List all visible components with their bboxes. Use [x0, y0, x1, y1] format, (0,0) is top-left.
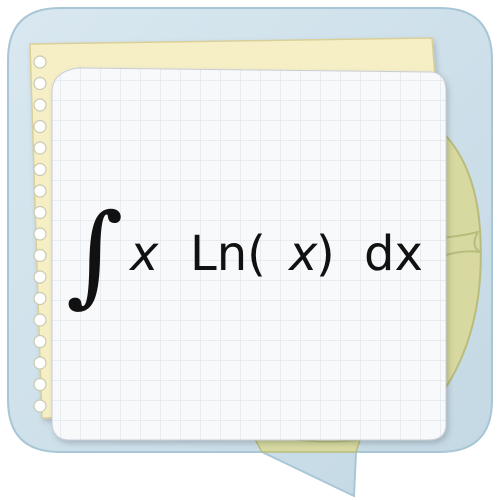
notebook-ring-holes-icon — [33, 55, 47, 413]
formula-ln-close: ) — [316, 226, 335, 282]
ring-hole — [33, 141, 47, 155]
ring-hole — [33, 205, 47, 220]
ring-hole — [33, 399, 47, 413]
ring-hole — [33, 270, 47, 284]
formula-variable-x: x — [128, 226, 159, 282]
app-icon: ∫ x Ln( x ) dx — [7, 7, 493, 498]
ring-hole — [33, 248, 47, 263]
ring-hole — [33, 76, 47, 91]
ring-hole — [33, 184, 47, 198]
ring-hole — [33, 377, 47, 392]
ring-hole — [33, 55, 47, 69]
ring-hole — [33, 98, 47, 112]
ring-hole — [33, 119, 47, 134]
ring-hole — [33, 334, 47, 349]
formula-ln-open: Ln( — [190, 226, 266, 282]
ring-hole — [33, 313, 47, 327]
formula-ln-argument: x — [287, 226, 318, 282]
formula-dx: dx — [364, 226, 423, 282]
ring-hole — [33, 291, 47, 306]
integral-sign: ∫ — [66, 190, 123, 318]
ring-hole — [33, 356, 47, 370]
ring-hole — [33, 227, 47, 241]
ring-hole — [33, 162, 47, 177]
